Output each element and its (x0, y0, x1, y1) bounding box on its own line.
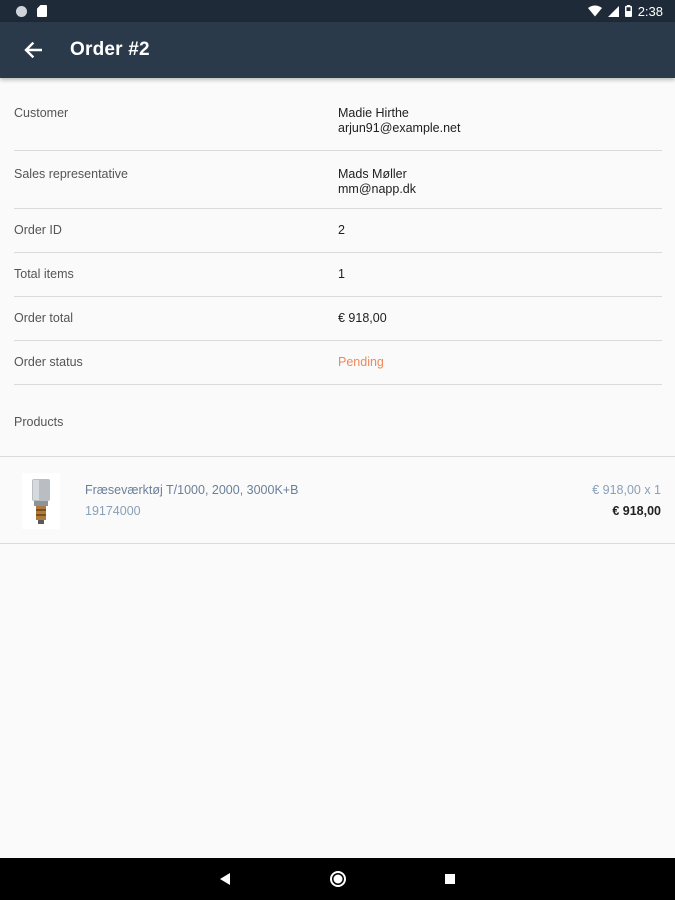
sales-rep-row: Sales representative Mads Møller mm@napp… (14, 151, 662, 209)
nav-home-button[interactable] (314, 858, 362, 900)
nav-home-icon (330, 871, 346, 887)
status-badge: Pending (338, 355, 384, 369)
customer-label: Customer (14, 106, 69, 120)
system-nav-bar (0, 858, 675, 900)
product-line-total: € 918,00 (612, 504, 661, 518)
status-right-icons: 2:38 (587, 3, 663, 19)
product-sku: 19174000 (85, 504, 141, 518)
app-bar: Order #2 (0, 22, 675, 78)
customer-name: Madie Hirthe (338, 106, 409, 120)
order-status-row: Order status Pending (14, 341, 662, 385)
sales-rep-email: mm@napp.dk (338, 182, 416, 196)
nav-recents-icon (445, 874, 455, 884)
wifi-icon (587, 5, 602, 17)
order-total-value: € 918,00 (338, 311, 387, 325)
product-name[interactable]: Fræseværktøj T/1000, 2000, 3000K+B (85, 483, 298, 497)
status-time: 2:38 (637, 3, 663, 19)
total-items-row: Total items 1 (14, 253, 662, 297)
signal-icon (607, 5, 619, 17)
order-total-label: Order total (14, 311, 74, 325)
status-bar: 2:38 (0, 0, 675, 22)
order-id-label: Order ID (14, 223, 62, 237)
list-item[interactable]: Fræseværktøj T/1000, 2000, 3000K+B 19174… (0, 457, 675, 544)
customer-email: arjun91@example.net (338, 121, 461, 135)
customer-value: Madie Hirthe arjun91@example.net (338, 106, 461, 150)
order-id-value: 2 (338, 223, 345, 237)
product-thumbnail (22, 473, 60, 529)
back-button[interactable] (21, 38, 45, 62)
product-unit-price: € 918,00 x 1 (592, 483, 661, 497)
order-status-label: Order status (14, 355, 83, 369)
nav-recents-button[interactable] (426, 858, 474, 900)
circle-notification-icon (16, 5, 27, 17)
sales-rep-value: Mads Møller mm@napp.dk (338, 167, 416, 208)
nav-back-button[interactable] (201, 858, 249, 900)
sales-rep-name: Mads Møller (338, 167, 407, 181)
total-items-label: Total items (14, 267, 74, 281)
total-items-value: 1 (338, 267, 345, 281)
sales-rep-label: Sales representative (14, 167, 128, 181)
page-title: Order #2 (70, 39, 150, 60)
customer-row: Customer Madie Hirthe arjun91@example.ne… (14, 78, 662, 151)
battery-icon (624, 5, 632, 17)
order-total-row: Order total € 918,00 (14, 297, 662, 341)
sd-card-icon (37, 5, 47, 17)
nav-back-icon (220, 873, 230, 885)
products-header: Products (0, 385, 675, 457)
order-details: Customer Madie Hirthe arjun91@example.ne… (0, 78, 675, 544)
arrow-back-icon (24, 42, 42, 58)
order-id-row: Order ID 2 (14, 209, 662, 253)
status-left-icons (16, 5, 47, 17)
